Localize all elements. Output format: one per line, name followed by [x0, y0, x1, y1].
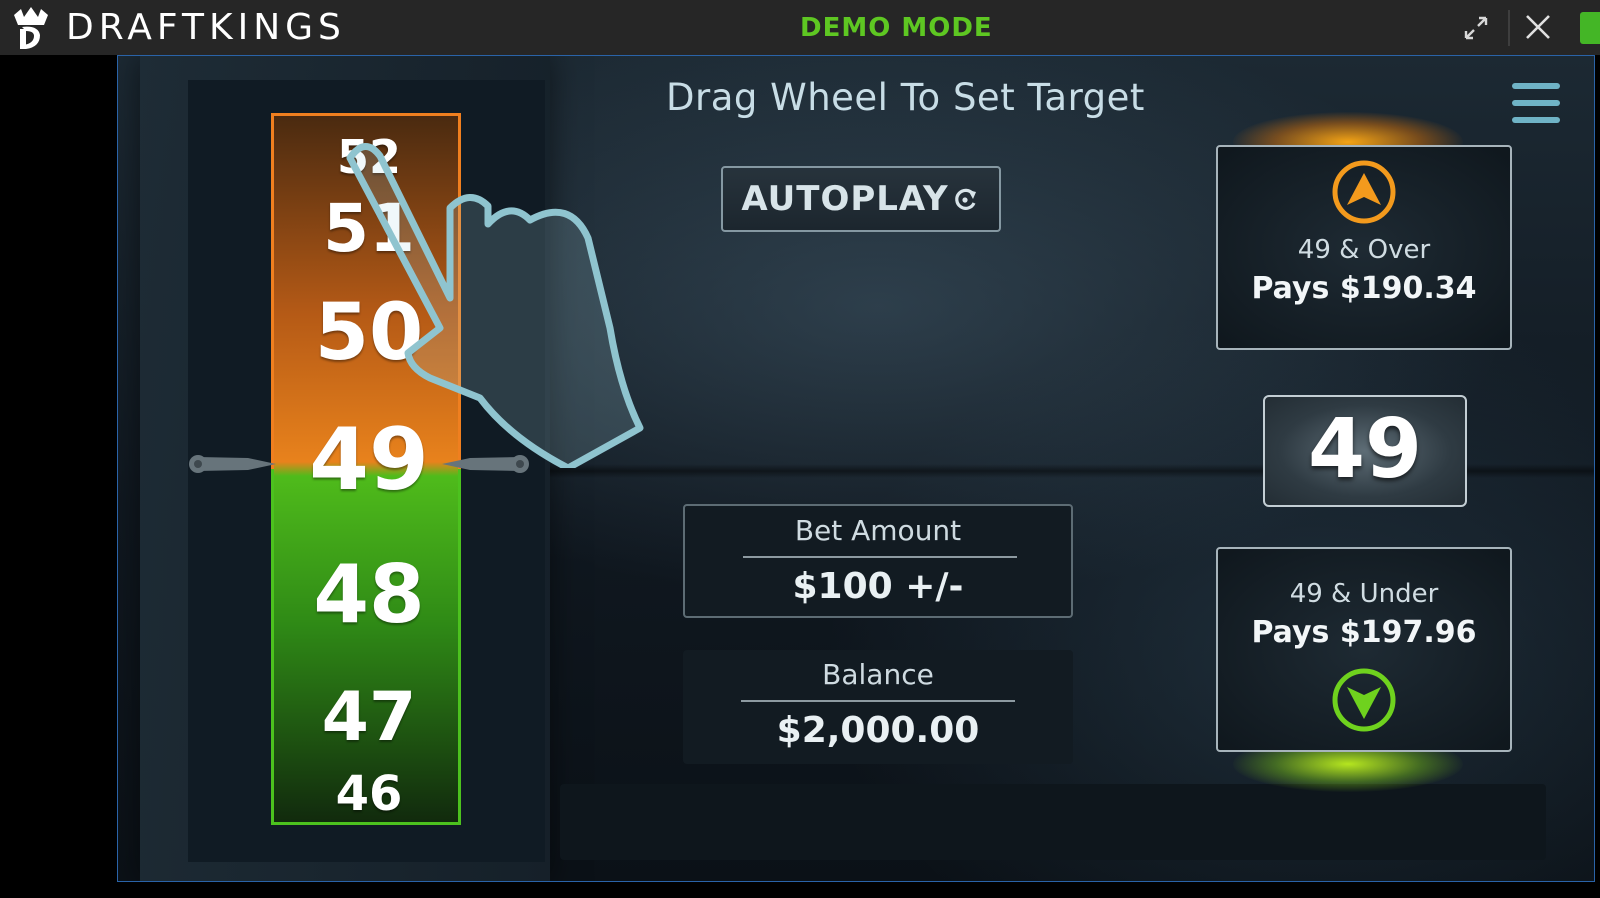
top-bar: DRAFTKINGS DEMO MODE [0, 0, 1600, 55]
game-area: 52 51 50 49 48 47 46 Drag Wheel To Set T… [117, 55, 1595, 882]
bottom-strip [560, 784, 1546, 860]
under-payout: Pays $197.96 [1251, 615, 1477, 650]
divider [1508, 10, 1510, 46]
under-range: 49 & Under [1289, 579, 1439, 609]
status-indicator [1580, 12, 1600, 44]
balance-value: $2,000.00 [776, 710, 980, 751]
balance-box: Balance $2,000.00 [683, 650, 1073, 764]
over-payout: Pays $190.34 [1251, 271, 1477, 306]
close-icon[interactable] [1524, 13, 1552, 41]
bet-amount-box[interactable]: Bet Amount $100 +/- [683, 504, 1073, 618]
under-bet-button[interactable]: 49 & Under Pays $197.96 [1216, 547, 1512, 752]
balance-label: Balance [822, 658, 934, 691]
expand-icon[interactable] [1462, 14, 1490, 42]
up-arrow-icon [1332, 160, 1396, 224]
bet-amount-label: Bet Amount [794, 514, 962, 547]
autoplay-button[interactable]: AUTOPLAY [721, 166, 1001, 232]
refresh-icon [954, 188, 976, 210]
down-arrow-icon [1332, 668, 1396, 732]
draftkings-crown-logo [14, 7, 48, 49]
divider [741, 700, 1015, 702]
demo-mode-label: DEMO MODE [800, 13, 993, 43]
autoplay-label: AUTOPLAY [741, 179, 949, 219]
instruction-title: Drag Wheel To Set Target [666, 76, 1145, 119]
over-bet-button[interactable]: 49 & Over Pays $190.34 [1216, 145, 1512, 350]
target-number-display: 49 [1263, 395, 1467, 507]
hamburger-menu-icon[interactable] [1510, 80, 1562, 126]
brand-name: DRAFTKINGS [66, 7, 346, 48]
brand: DRAFTKINGS [8, 4, 346, 52]
left-pointer-icon [189, 455, 276, 473]
bet-amount-value: $100 +/- [792, 566, 964, 607]
over-range: 49 & Over [1297, 235, 1431, 265]
divider [743, 556, 1017, 558]
drag-hand-hint-icon [346, 143, 644, 468]
wheel-panel: 52 51 50 49 48 47 46 [140, 56, 644, 881]
under-zone-border [271, 469, 461, 825]
